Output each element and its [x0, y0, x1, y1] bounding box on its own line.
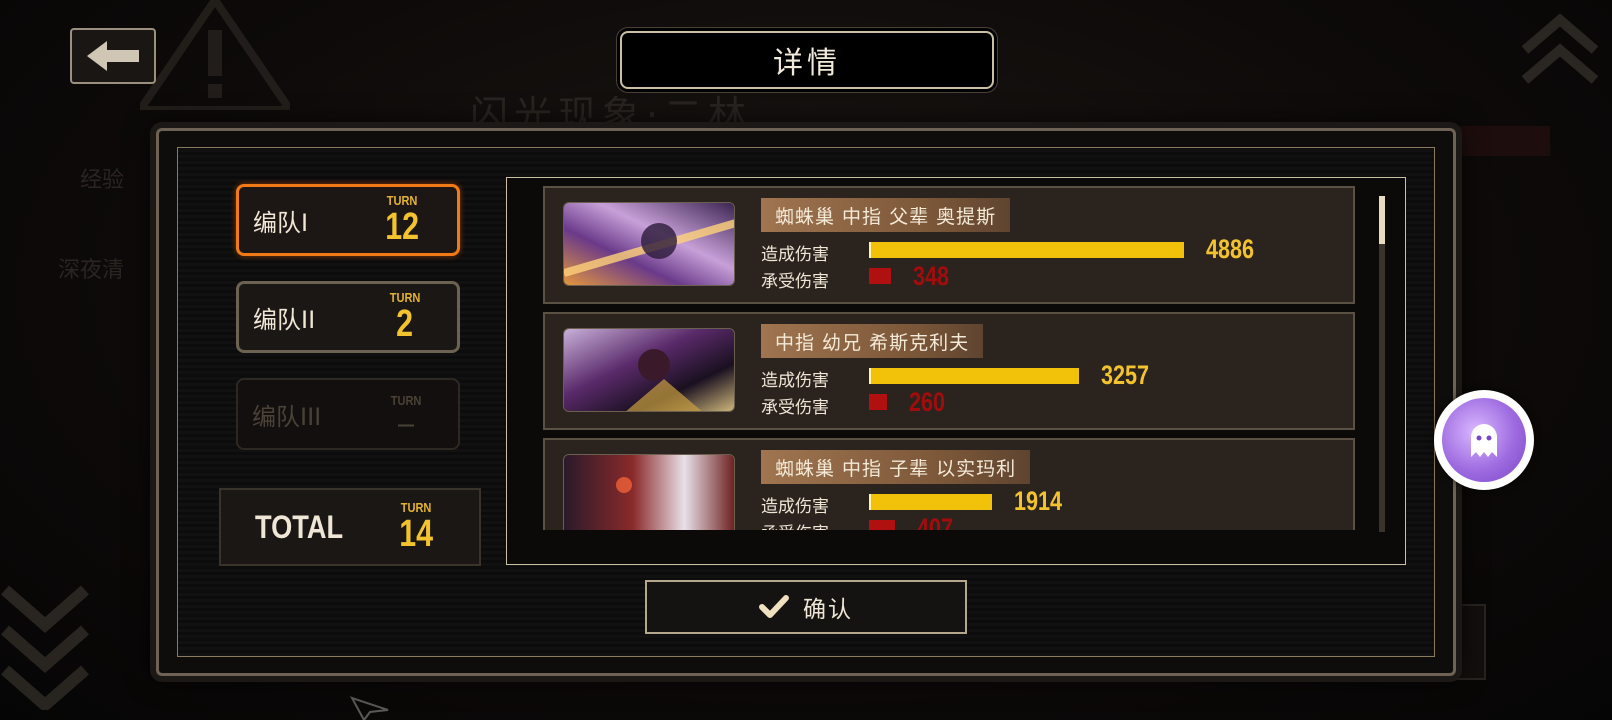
list-viewport: 蜘蛛巢 中指 父辈 奥提斯 造成伤害 承受伤害 4886 348 中指 幼兄 希…	[543, 186, 1355, 530]
character-card: 蜘蛛巢 中指 父辈 奥提斯 造成伤害 承受伤害 4886 348	[543, 186, 1355, 304]
character-name: 中指 幼兄 希斯克利夫	[761, 324, 984, 358]
back-button[interactable]	[70, 28, 156, 84]
team-label: 编队I	[253, 208, 309, 237]
portrait-image	[564, 455, 734, 530]
arrow-left-icon	[87, 41, 139, 71]
character-portrait	[563, 202, 735, 286]
character-card: 蜘蛛巢 中指 子辈 以实玛利 造成伤害 承受伤害 1914 407	[543, 438, 1355, 530]
turn-counter: TURN 2	[387, 291, 423, 343]
damage-dealt-bar	[869, 494, 992, 510]
character-name: 蜘蛛巢 中指 父辈 奥提斯	[761, 198, 1011, 232]
confirm-button[interactable]: 确认	[645, 580, 967, 634]
scrollbar-thumb[interactable]	[1379, 196, 1385, 244]
warning-triangle-icon	[140, 0, 290, 110]
turn-value: 2	[396, 303, 414, 345]
turn-value: 14	[398, 513, 433, 555]
portrait-image	[564, 329, 734, 411]
character-portrait	[563, 454, 735, 530]
portrait-image	[564, 203, 734, 285]
damage-taken-bar	[869, 394, 887, 410]
turn-caption: TURN	[390, 392, 422, 408]
background-badge	[1440, 126, 1550, 156]
chevron-up-icon	[1521, 13, 1599, 84]
damage-taken-value: 260	[909, 387, 946, 417]
damage-dealt-bar	[869, 242, 1184, 258]
damage-taken-bar	[869, 268, 891, 284]
character-results-list[interactable]: 蜘蛛巢 中指 父辈 奥提斯 造成伤害 承受伤害 4886 348 中指 幼兄 希…	[506, 177, 1406, 565]
turn-counter: TURN 14	[395, 501, 437, 553]
character-portrait	[563, 328, 735, 412]
damage-taken-value: 348	[913, 261, 950, 291]
background-label: 深夜清	[58, 258, 125, 283]
damage-taken-value: 407	[917, 513, 954, 530]
cursor-icon	[350, 696, 389, 720]
turn-counter: TURN 12	[381, 194, 423, 246]
character-name: 蜘蛛巢 中指 子辈 以实玛利	[761, 450, 1031, 484]
chevron-down-icon	[1, 585, 89, 710]
team-1-button[interactable]: 编队I TURN 12	[236, 184, 460, 256]
confirm-label: 确认	[803, 597, 853, 623]
list-scrollbar[interactable]	[1379, 196, 1385, 532]
team-2-button[interactable]: 编队II TURN 2	[236, 281, 460, 353]
damage-taken-bar	[869, 520, 895, 530]
character-card: 中指 幼兄 希斯克利夫 造成伤害 承受伤害 3257 260	[543, 312, 1355, 430]
page-title: 详情	[620, 31, 994, 89]
turn-counter: TURN —	[388, 394, 424, 435]
assistant-orb	[1442, 398, 1526, 482]
background-label: 经验	[80, 168, 125, 193]
damage-taken-label: 承受伤害	[761, 398, 829, 418]
team-label: 编队III	[252, 402, 322, 431]
damage-dealt-value: 3257	[1101, 360, 1150, 390]
damage-dealt-value: 1914	[1014, 486, 1063, 516]
damage-dealt-bar	[869, 368, 1079, 384]
damage-dealt-label: 造成伤害	[761, 245, 829, 265]
total-turns: TOTAL TURN 14	[219, 488, 481, 566]
team-label: 编队II	[253, 305, 316, 334]
team-3-button: 编队III TURN —	[236, 378, 460, 450]
checkmark-icon	[759, 595, 789, 618]
damage-dealt-label: 造成伤害	[761, 371, 829, 391]
turn-value: 12	[384, 206, 419, 248]
ghost-icon	[1471, 424, 1497, 457]
turn-value: —	[397, 413, 414, 436]
floating-assistant-button[interactable]	[1434, 390, 1534, 490]
damage-taken-label: 承受伤害	[761, 519, 829, 530]
damage-taken-label: 承受伤害	[761, 272, 829, 292]
total-label: TOTAL	[255, 508, 344, 545]
damage-dealt-label: 造成伤害	[761, 497, 829, 517]
damage-dealt-value: 4886	[1206, 234, 1255, 264]
